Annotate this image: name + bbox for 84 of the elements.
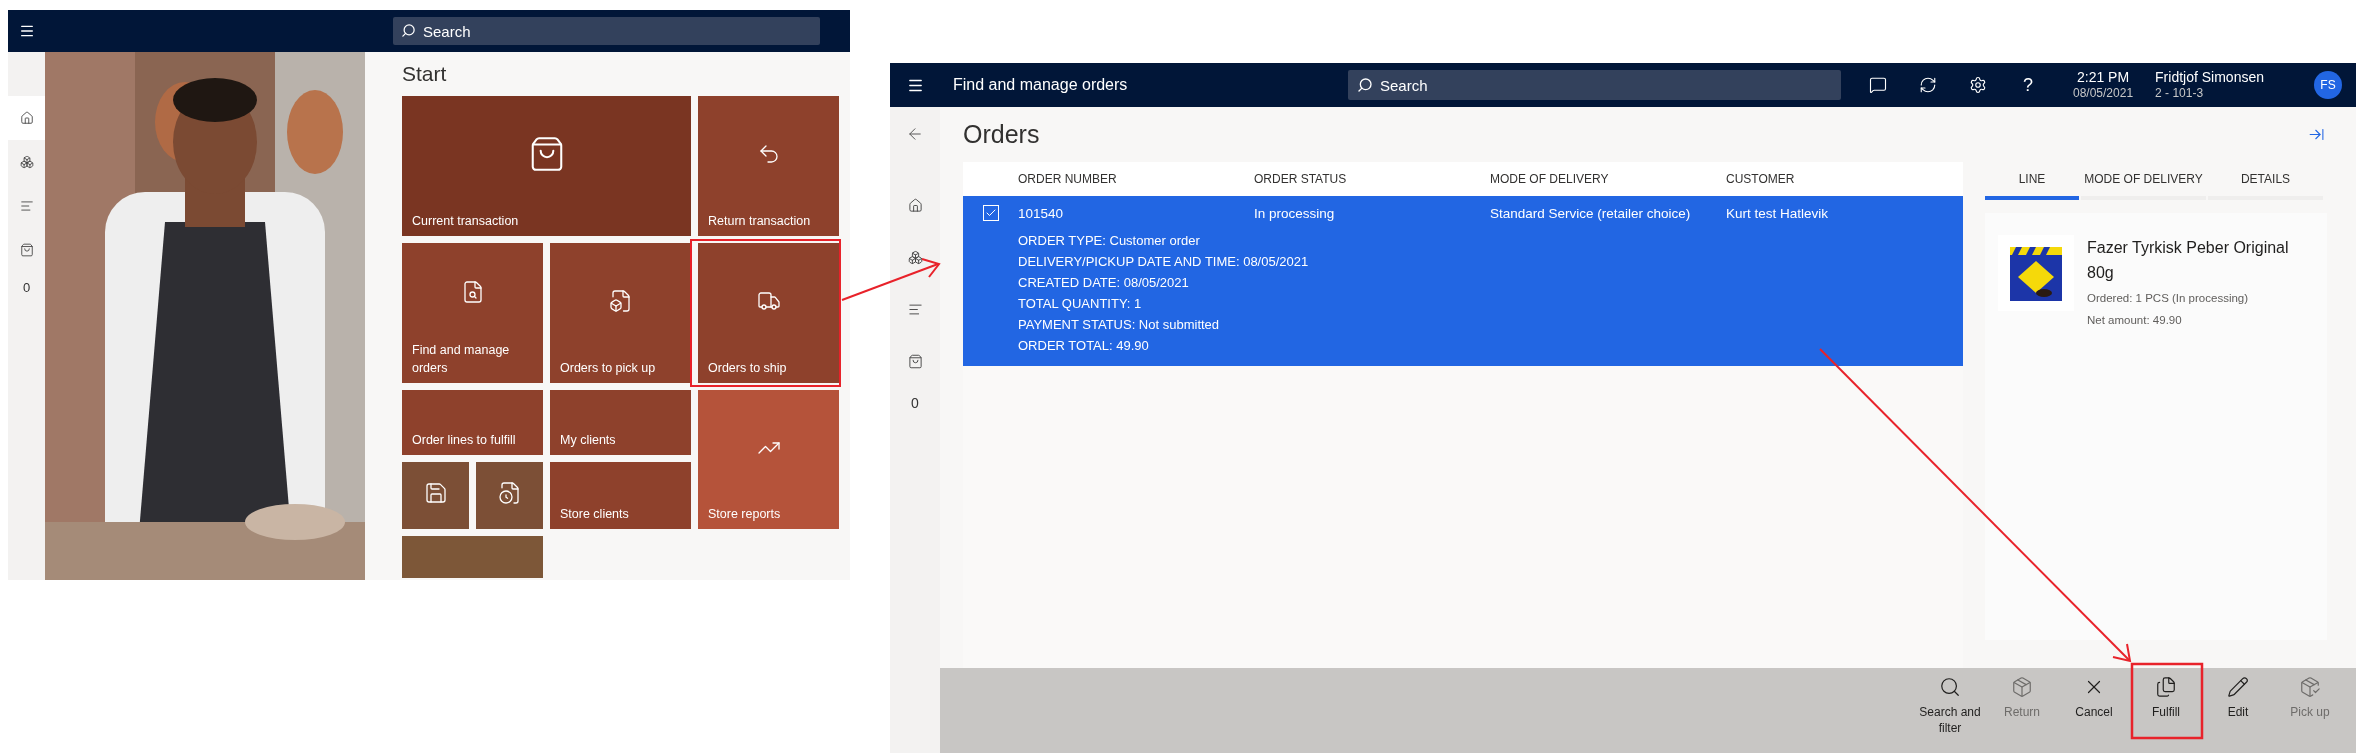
tile[interactable]: Orders to pick up bbox=[550, 243, 691, 383]
pencil-icon bbox=[2227, 676, 2249, 698]
table-cell-text: In processing bbox=[1254, 205, 1336, 223]
box-check-icon bbox=[2299, 676, 2321, 698]
tile[interactable] bbox=[402, 462, 469, 529]
net-amount: Net amount: 49.90 bbox=[2087, 313, 2183, 328]
bag-icon[interactable] bbox=[907, 353, 923, 369]
document-box-icon bbox=[608, 289, 633, 313]
menu-icon[interactable] bbox=[18, 23, 35, 39]
refresh-icon[interactable] bbox=[1919, 76, 1937, 94]
action-button[interactable]: Search and filter bbox=[1914, 676, 1986, 736]
tab[interactable]: LINE bbox=[1985, 162, 2079, 200]
column-header[interactable]: ORDER NUMBER bbox=[1018, 170, 1254, 188]
tile[interactable]: Store reports bbox=[698, 390, 839, 529]
tab[interactable]: MODE OF DELIVERY bbox=[2081, 162, 2206, 200]
column-header[interactable]: ORDER STATUS bbox=[1254, 170, 1490, 188]
action-button[interactable]: Fulfill bbox=[2130, 676, 2202, 720]
table-cell-text: Kurt test Hatlevik bbox=[1726, 205, 1830, 223]
tile[interactable]: Find and manage orders bbox=[402, 243, 543, 383]
action-button[interactable]: Edit bbox=[2202, 676, 2274, 720]
search-icon bbox=[1357, 77, 1373, 93]
table-cell-text: 101540 bbox=[1018, 205, 1065, 223]
message-icon[interactable] bbox=[1869, 76, 1887, 94]
page-title: Orders bbox=[963, 118, 1041, 150]
tile[interactable]: Store clients bbox=[550, 462, 691, 529]
page-heading: Start bbox=[402, 61, 448, 87]
tile-label: Return transaction bbox=[708, 213, 812, 230]
cart-count: 0 bbox=[22, 279, 31, 297]
tile-label: Current transaction bbox=[412, 213, 520, 230]
search-icon bbox=[1939, 676, 1961, 698]
search-icon bbox=[401, 23, 416, 38]
tile-label: Find and manage orders bbox=[412, 342, 511, 377]
tile[interactable] bbox=[476, 462, 543, 529]
order-row[interactable] bbox=[963, 196, 1963, 366]
documents-icon bbox=[2155, 676, 2177, 698]
column-header[interactable]: CUSTOMER bbox=[1726, 170, 1962, 188]
boxes-icon[interactable] bbox=[907, 249, 923, 265]
order-detail: ORDER TYPE: Customer order bbox=[1018, 232, 1201, 250]
document-clock-icon bbox=[497, 480, 522, 505]
tile[interactable]: Orders to ship bbox=[698, 243, 839, 383]
order-detail: ORDER TOTAL: 49.90 bbox=[1018, 337, 1150, 355]
truck-icon bbox=[756, 289, 781, 313]
tile-label: Order lines to fulfill bbox=[412, 432, 517, 449]
tile[interactable] bbox=[402, 536, 543, 578]
bag-icon bbox=[19, 243, 34, 257]
cart-count: 0 bbox=[911, 394, 919, 413]
tile[interactable]: Order lines to fulfill bbox=[402, 390, 543, 455]
tile[interactable]: Current transaction bbox=[402, 96, 691, 236]
order-detail: CREATED DATE: 08/05/2021 bbox=[1018, 274, 1190, 292]
tile-label: Orders to pick up bbox=[560, 360, 657, 377]
tile-label: Store reports bbox=[708, 506, 782, 523]
boxes-icon bbox=[19, 155, 34, 169]
product-name: Fazer Tyrkisk Peber Original 80g bbox=[2087, 238, 2290, 283]
table-cell-text: Standard Service (retailer choice) bbox=[1490, 205, 1692, 223]
user-avatar[interactable]: FS bbox=[2314, 71, 2342, 99]
panel-toggle-icon[interactable] bbox=[2308, 126, 2325, 143]
action-button[interactable]: Cancel bbox=[2058, 676, 2130, 720]
home-icon[interactable] bbox=[907, 197, 923, 213]
search-field[interactable]: Search bbox=[1348, 70, 1841, 100]
app-title: Find and manage orders bbox=[953, 75, 1129, 95]
column-header[interactable]: MODE OF DELIVERY bbox=[1490, 170, 1726, 188]
clock-time: 2:21 PM bbox=[2076, 69, 2130, 85]
lines-icon[interactable] bbox=[907, 301, 923, 317]
tile-label: My clients bbox=[560, 432, 617, 449]
clock-date: 08/05/2021 bbox=[2073, 85, 2134, 101]
order-detail: PAYMENT STATUS: Not submitted bbox=[1018, 316, 1221, 334]
tile[interactable]: Return transaction bbox=[698, 96, 839, 236]
row-checkbox[interactable] bbox=[982, 205, 999, 221]
order-detail: DELIVERY/PICKUP DATE AND TIME: 08/05/2021 bbox=[1018, 253, 1310, 271]
box-icon bbox=[2011, 676, 2033, 698]
ordered-quantity: Ordered: 1 PCS (In processing) bbox=[2087, 291, 2250, 306]
order-detail: TOTAL QUANTITY: 1 bbox=[1018, 295, 1143, 313]
store-id: 2 - 101-3 bbox=[2155, 85, 2205, 101]
lines-icon bbox=[19, 199, 34, 213]
tab[interactable]: DETAILS bbox=[2208, 162, 2323, 200]
check-icon bbox=[984, 207, 997, 219]
tile-label: Orders to ship bbox=[708, 360, 788, 377]
search-field[interactable]: Search bbox=[393, 17, 820, 45]
tile-label: Store clients bbox=[560, 506, 630, 523]
tile[interactable]: My clients bbox=[550, 390, 691, 455]
settings-icon[interactable] bbox=[1969, 76, 1987, 94]
home-icon bbox=[19, 111, 34, 125]
help-button[interactable]: ? bbox=[2019, 71, 2037, 99]
user-name: Fridtjof Simonsen bbox=[2155, 69, 2264, 85]
